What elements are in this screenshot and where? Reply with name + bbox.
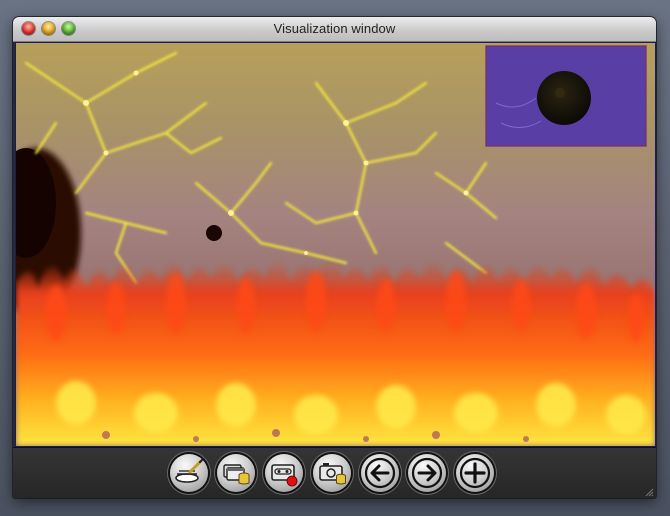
previous-button[interactable] [361,454,399,492]
recorder-record-icon [271,464,298,487]
fractal-fire-image [16,45,655,446]
fire-layer [16,259,655,446]
camera-database-icon [319,463,346,485]
brush-plate-icon [175,458,204,483]
snapshot-button[interactable] [313,454,351,492]
arrow-right-icon [411,457,443,489]
title-bar[interactable]: Visualization window [13,17,656,42]
visualization-canvas[interactable] [15,42,656,447]
arrow-left-icon [364,457,396,489]
plus-icon [459,457,491,489]
window-title: Visualization window [273,21,396,36]
windows-database-icon [223,464,250,485]
overview-thumbnail [485,45,647,147]
add-button[interactable] [456,454,494,492]
toolbar [13,447,656,498]
record-button[interactable] [265,454,303,492]
settings-button[interactable] [170,454,208,492]
next-button[interactable] [408,454,446,492]
resize-grip-icon[interactable] [644,487,654,497]
visualization-window: Visualization window [13,17,656,498]
save-windows-button[interactable] [217,454,255,492]
